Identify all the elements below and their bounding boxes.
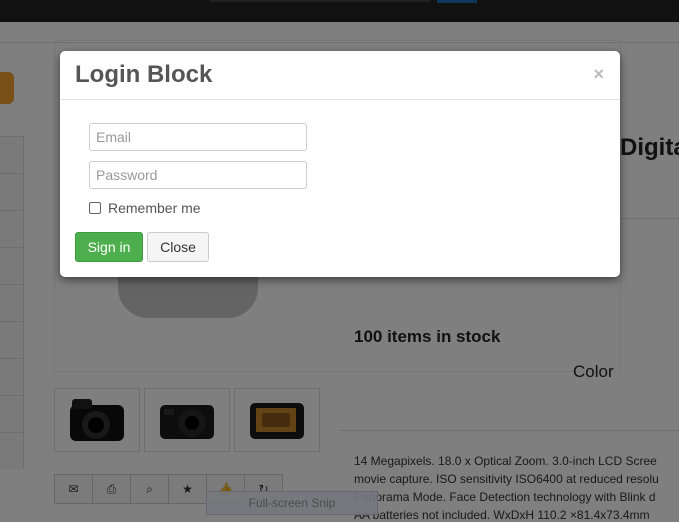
login-modal: Login Block × Remember me Sign in Close	[60, 51, 620, 277]
modal-body: Remember me Sign in Close	[60, 100, 620, 277]
remember-me-label: Remember me	[108, 200, 201, 216]
remember-me-checkbox[interactable]	[89, 202, 101, 214]
password-field[interactable]	[89, 161, 307, 189]
close-button[interactable]: Close	[147, 232, 209, 262]
close-icon[interactable]: ×	[593, 64, 604, 85]
remember-me-row[interactable]: Remember me	[89, 200, 201, 216]
modal-title: Login Block	[75, 61, 213, 88]
modal-header: Login Block ×	[60, 51, 620, 100]
sign-in-button[interactable]: Sign in	[75, 232, 143, 262]
email-field[interactable]	[89, 123, 307, 151]
